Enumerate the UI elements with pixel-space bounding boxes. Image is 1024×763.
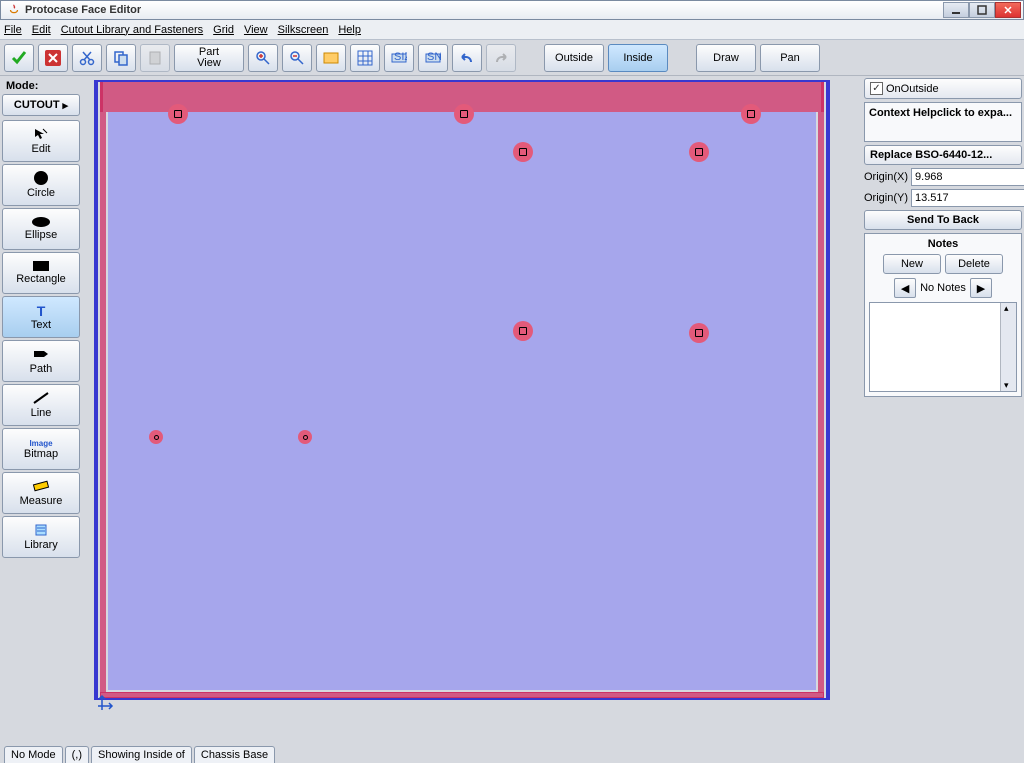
paste-button bbox=[140, 44, 170, 72]
tool-bitmap[interactable]: ImageBitmap bbox=[2, 428, 80, 470]
window-title: Protocase Face Editor bbox=[25, 4, 943, 16]
notes-prev-button[interactable]: ◀ bbox=[894, 278, 916, 298]
tool-ellipse[interactable]: Ellipse bbox=[2, 208, 80, 250]
on-outside-toggle[interactable]: OnOutside bbox=[864, 78, 1022, 99]
tool-rectangle[interactable]: Rectangle bbox=[2, 252, 80, 294]
titlebar: Protocase Face Editor bbox=[0, 0, 1024, 20]
menu-view[interactable]: View bbox=[244, 24, 268, 36]
close-button[interactable] bbox=[995, 2, 1021, 18]
origin-marker-icon bbox=[96, 692, 116, 712]
zoom-out-button[interactable] bbox=[282, 44, 312, 72]
menu-edit[interactable]: Edit bbox=[32, 24, 51, 36]
face-surface[interactable] bbox=[108, 112, 816, 690]
size-button[interactable]: SIZE bbox=[384, 44, 414, 72]
origin-x-input[interactable] bbox=[911, 168, 1024, 186]
statusbar: No Mode (,) Showing Inside of Chassis Ba… bbox=[0, 743, 1024, 763]
fastener-hole[interactable] bbox=[298, 430, 312, 444]
canvas-area[interactable] bbox=[82, 76, 862, 743]
tool-measure[interactable]: Measure bbox=[2, 472, 80, 514]
notes-panel: Notes New Delete ◀ No Notes ▶ bbox=[864, 233, 1022, 397]
mode-selector[interactable]: CUTOUT▸ bbox=[2, 94, 80, 116]
zoom-in-button[interactable] bbox=[248, 44, 278, 72]
minimize-button[interactable] bbox=[943, 2, 969, 18]
cut-button[interactable] bbox=[72, 44, 102, 72]
notes-delete-button[interactable]: Delete bbox=[945, 254, 1003, 274]
status-coords: (,) bbox=[65, 746, 89, 763]
maximize-button[interactable] bbox=[969, 2, 995, 18]
accept-button[interactable] bbox=[4, 44, 34, 72]
toolbar: Part View SIZE SNAP Outside Inside Draw … bbox=[0, 40, 1024, 76]
java-icon bbox=[7, 3, 21, 17]
menu-help[interactable]: Help bbox=[338, 24, 361, 36]
scrollbar[interactable] bbox=[1000, 303, 1016, 391]
status-part: Chassis Base bbox=[194, 746, 275, 763]
svg-text:SIZE: SIZE bbox=[394, 51, 407, 63]
send-to-back-button[interactable]: Send To Back bbox=[864, 210, 1022, 230]
fastener-hole[interactable] bbox=[741, 104, 761, 124]
origin-x-label: Origin(X) bbox=[864, 171, 908, 183]
fastener-hole[interactable] bbox=[149, 430, 163, 444]
tool-circle[interactable]: Circle bbox=[2, 164, 80, 206]
grid-button[interactable] bbox=[350, 44, 380, 72]
menu-file[interactable]: File bbox=[4, 24, 22, 36]
outside-button[interactable]: Outside bbox=[544, 44, 604, 72]
snap-button[interactable]: SNAP bbox=[418, 44, 448, 72]
fastener-hole[interactable] bbox=[513, 142, 533, 162]
svg-text:SNAP: SNAP bbox=[427, 51, 441, 63]
origin-y-label: Origin(Y) bbox=[864, 192, 908, 204]
menu-silkscreen[interactable]: Silkscreen bbox=[278, 24, 329, 36]
checkbox-icon bbox=[870, 82, 883, 95]
pan-button[interactable]: Pan bbox=[760, 44, 820, 72]
replace-button[interactable]: Replace BSO-6440-12... bbox=[864, 145, 1022, 165]
notes-textarea[interactable] bbox=[869, 302, 1017, 392]
notes-next-button[interactable]: ▶ bbox=[970, 278, 992, 298]
fastener-hole[interactable] bbox=[513, 321, 533, 341]
tool-library[interactable]: Library bbox=[2, 516, 80, 558]
menubar: File Edit Cutout Library and Fasteners G… bbox=[0, 20, 1024, 40]
cancel-button[interactable] bbox=[38, 44, 68, 72]
fastener-hole[interactable] bbox=[689, 142, 709, 162]
tool-edit[interactable]: Edit bbox=[2, 120, 80, 162]
toolbox: Mode: CUTOUT▸ Edit Circle Ellipse Rectan… bbox=[0, 76, 82, 743]
menu-cutout-library[interactable]: Cutout Library and Fasteners bbox=[61, 24, 203, 36]
tool-line[interactable]: Line bbox=[2, 384, 80, 426]
draw-button[interactable]: Draw bbox=[696, 44, 756, 72]
part-view-button[interactable]: Part View bbox=[174, 44, 244, 72]
copy-button[interactable] bbox=[106, 44, 136, 72]
context-help[interactable]: Context Helpclick to expa... bbox=[864, 102, 1022, 142]
undo-button[interactable] bbox=[452, 44, 482, 72]
tool-text[interactable]: TText bbox=[2, 296, 80, 338]
menu-grid[interactable]: Grid bbox=[213, 24, 234, 36]
status-showing: Showing Inside of bbox=[91, 746, 192, 763]
status-mode: No Mode bbox=[4, 746, 63, 763]
properties-panel: OnOutside Context Helpclick to expa... R… bbox=[862, 76, 1024, 743]
origin-y-input[interactable] bbox=[911, 189, 1024, 207]
tool-path[interactable]: Path bbox=[2, 340, 80, 382]
mode-label: Mode: bbox=[2, 78, 80, 94]
notes-status: No Notes bbox=[920, 282, 966, 294]
fastener-hole[interactable] bbox=[689, 323, 709, 343]
zoom-fit-button[interactable] bbox=[316, 44, 346, 72]
notes-header: Notes bbox=[869, 238, 1017, 250]
fastener-hole[interactable] bbox=[454, 104, 474, 124]
redo-button bbox=[486, 44, 516, 72]
inside-button[interactable]: Inside bbox=[608, 44, 668, 72]
notes-new-button[interactable]: New bbox=[883, 254, 941, 274]
fastener-hole[interactable] bbox=[168, 104, 188, 124]
